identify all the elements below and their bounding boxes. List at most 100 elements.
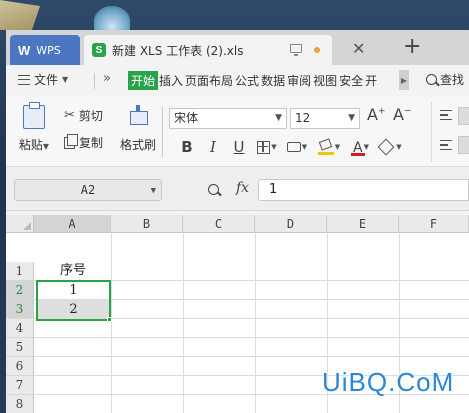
grid-line [255,233,256,413]
grid-line [34,356,469,357]
ribbon-toolbar: 粘贴▼ ✂ 剪切 复制 格式刷 宋体 ▼ 12 ▼ A+ A− B I U ▼ … [6,97,469,167]
tab-review[interactable]: 审阅 [286,71,312,90]
grow-font-button[interactable]: A+ [367,105,386,124]
row-header[interactable]: 1 [6,262,34,281]
align-center-button[interactable] [458,136,469,154]
search-button[interactable]: 查找 [426,71,464,88]
zoom-search-icon[interactable] [208,184,219,198]
font-color-icon: A [353,140,363,156]
wps-window: W WPS S 新建 XLS 工作表 (2).xls ✕ + 文件 ▼ » 开始… [6,30,469,413]
menu-divider [94,73,95,89]
row-header[interactable]: 8 [6,395,34,413]
tab-developer[interactable]: 开 [364,71,378,90]
column-header-a[interactable]: A [34,215,111,233]
chevron-down-icon: ▼ [396,143,402,151]
unsaved-dot-icon [314,47,320,53]
copy-label: 复制 [79,136,104,150]
format-painter-label: 格式刷 [119,138,156,152]
row-header[interactable]: 4 [6,319,34,338]
shrink-font-label: A [393,105,404,124]
align-middle-button[interactable] [458,107,469,125]
borders-button[interactable]: ▼ [252,137,282,157]
name-box[interactable]: A2 ▼ [14,179,162,201]
cut-button[interactable]: ✂ 剪切 [64,107,103,124]
cell-a1[interactable]: 序号 [35,261,111,280]
alignment-group [431,102,469,162]
font-name-value: 宋体 [174,111,199,125]
row-header[interactable]: 6 [6,357,34,376]
chevron-down-icon: ▼ [42,142,50,151]
ribbon-scroll-right-icon[interactable]: ▶ [399,70,409,90]
tab-wps-home[interactable]: W WPS [10,35,80,65]
cell-style-button[interactable]: ▼ [282,137,312,157]
formula-bar: A2 ▼ fx 1 [6,167,469,211]
tab-home[interactable]: 开始 [128,71,159,90]
grid-line [34,337,469,338]
fill-color-button[interactable]: ▼ [312,137,346,157]
monitor-icon[interactable] [290,44,302,56]
column-header-e[interactable]: E [327,215,399,233]
shrink-font-button[interactable]: A− [393,105,412,124]
font-size-select[interactable]: 12 ▼ [290,108,360,129]
bold-button[interactable]: B [174,137,200,157]
tab-insert[interactable]: 插入 [158,71,184,90]
format-painter-button[interactable]: 格式刷 [118,105,158,153]
column-header-b[interactable]: B [111,215,183,233]
desktop-folder-icon[interactable] [0,0,40,30]
italic-button[interactable]: I [200,137,226,157]
select-all-corner[interactable] [6,215,34,233]
borders-icon [257,140,271,154]
row-header[interactable]: 2 [6,281,34,300]
wps-logo-icon: W [18,42,31,58]
tab-formulas[interactable]: 公式 [234,71,260,90]
paste-button[interactable]: 粘贴▼ [16,102,52,153]
search-icon [426,74,437,85]
column-header-d[interactable]: D [255,215,327,233]
cut-label: 剪切 [78,109,103,123]
hamburger-icon [18,74,30,85]
menu-bar: 文件 ▼ » 开始 插入 页面布局 公式 数据 审阅 视图 安全 开 ▶ 查找 [6,65,469,97]
column-header-f[interactable]: F [399,215,469,233]
search-label: 查找 [440,73,465,87]
close-tab-icon[interactable]: ✕ [352,39,365,58]
chevron-down-icon: ▼ [271,143,277,151]
magnifier-icon [208,184,219,195]
tab-wps-label: WPS [36,43,61,57]
tab-bar: W WPS S 新建 XLS 工作表 (2).xls ✕ + [6,30,469,65]
grow-font-label: A [367,105,378,124]
watermark: UiBQ.CoM [322,367,455,397]
insert-function-button[interactable]: fx [236,180,249,196]
tab-data[interactable]: 数据 [260,71,286,90]
tab-security[interactable]: 安全 [338,71,364,90]
chevron-down-icon: ▼ [334,143,341,151]
formula-input[interactable]: 1 [258,179,469,201]
more-menu-icon[interactable]: » [103,71,111,86]
chevron-down-icon: ▼ [363,143,369,151]
column-header-c[interactable]: C [183,215,255,233]
tab-page-layout[interactable]: 页面布局 [184,71,234,90]
cell-style-icon [286,142,301,152]
tab-view[interactable]: 视图 [312,71,338,90]
row-header[interactable]: 3 [6,300,34,319]
chevron-down-icon: ▼ [301,143,308,151]
tab-document[interactable]: S 新建 XLS 工作表 (2).xls [84,35,332,65]
align-top-icon[interactable] [440,110,452,120]
align-left-icon[interactable] [440,140,452,150]
fill-handle[interactable] [107,317,112,322]
font-name-select[interactable]: 宋体 ▼ [169,108,287,129]
tab-document-title: 新建 XLS 工作表 (2).xls [112,43,244,58]
clipboard-icon [23,102,45,129]
row-header[interactable]: 5 [6,338,34,357]
row-header[interactable]: 7 [6,376,34,395]
copy-button[interactable]: 复制 [64,133,104,151]
file-menu-label: 文件 [34,73,59,87]
add-tab-icon[interactable]: + [403,34,421,59]
font-color-button[interactable]: A ▼ [346,137,376,157]
format-painter-icon [130,105,148,129]
chevron-down-icon: ▼ [275,113,282,123]
underline-button[interactable]: U [226,137,252,157]
file-menu-button[interactable]: 文件 ▼ [18,71,68,88]
paste-label: 粘贴 [18,138,43,152]
clear-format-button[interactable]: ▼ [376,137,406,157]
fill-color-swatch [317,152,334,155]
